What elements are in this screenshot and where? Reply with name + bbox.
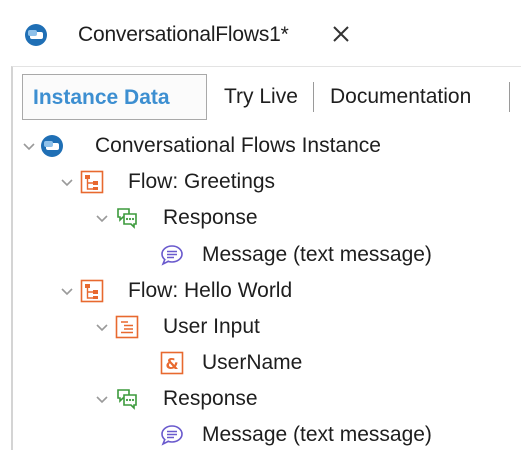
- close-icon[interactable]: [331, 24, 351, 44]
- document-tab-bar: ConversationalFlows1*: [0, 0, 521, 66]
- tree-node-label: User Input: [163, 315, 260, 338]
- tree-node-label: Response: [163, 387, 258, 410]
- tree-node-label: UserName: [202, 351, 303, 374]
- svg-text:&: &: [165, 355, 178, 373]
- chevron-down-icon[interactable]: [60, 176, 74, 190]
- variable-icon: &: [160, 351, 184, 375]
- document-tab-title[interactable]: ConversationalFlows1*: [78, 22, 289, 48]
- tab-instance-data[interactable]: Instance Data: [22, 74, 207, 120]
- tree-node-label: Flow: Hello World: [128, 279, 293, 302]
- tab-try-live[interactable]: Try Live: [213, 74, 320, 120]
- flow-icon: [80, 279, 104, 303]
- conversational-flows-icon: [41, 135, 63, 157]
- tree-node-label: Response: [163, 206, 258, 229]
- flow-icon: [80, 170, 104, 194]
- message-icon: [161, 425, 183, 446]
- tree-node-label: Conversational Flows Instance: [95, 134, 381, 157]
- tab-documentation[interactable]: Documentation: [320, 74, 510, 120]
- chevron-down-icon[interactable]: [60, 285, 74, 299]
- chevron-down-icon[interactable]: [95, 393, 109, 407]
- tree-node-label: Message (text message): [202, 423, 432, 446]
- chevron-down-icon[interactable]: [22, 140, 36, 154]
- tab-separator: [313, 82, 314, 112]
- user-input-icon: [115, 315, 139, 339]
- tree-node-label: Flow: Greetings: [128, 170, 276, 193]
- message-icon: [161, 245, 183, 266]
- tree-node-label: Message (text message): [202, 243, 432, 266]
- response-icon: [117, 208, 137, 229]
- panel-tabs: Instance Data Try Live Documentation: [22, 74, 521, 122]
- response-icon: [117, 389, 137, 410]
- chevron-down-icon[interactable]: [95, 321, 109, 335]
- chevron-down-icon[interactable]: [95, 212, 109, 226]
- tab-separator: [509, 82, 510, 112]
- conversational-flows-icon: [25, 24, 47, 46]
